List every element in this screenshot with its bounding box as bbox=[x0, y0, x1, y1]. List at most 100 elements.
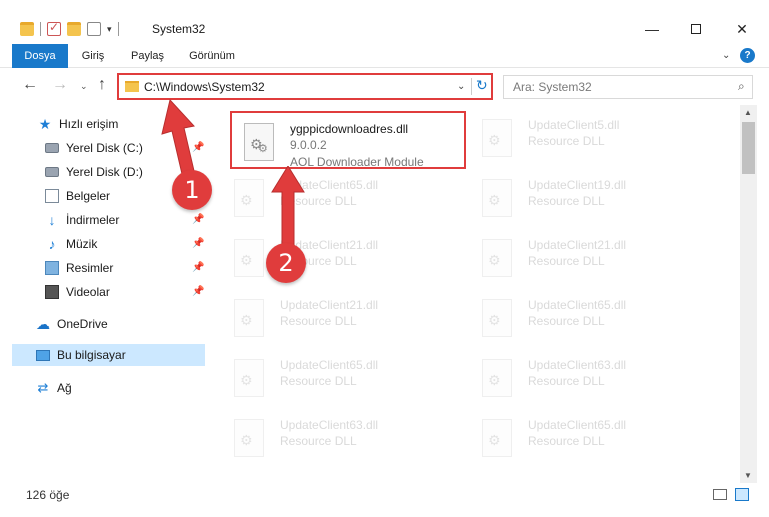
status-bar: 126 öğe bbox=[0, 484, 769, 506]
file-tile[interactable]: ⚙ UpdateClient21.dll Resource DLL bbox=[470, 229, 706, 285]
address-divider bbox=[471, 78, 472, 95]
scrollbar-thumb[interactable] bbox=[742, 122, 755, 174]
tab-view[interactable]: Görünüm bbox=[189, 44, 235, 68]
tiles-view-icon[interactable] bbox=[735, 488, 749, 501]
gear-icon: ⚙ bbox=[488, 192, 501, 208]
close-button[interactable]: ✕ bbox=[719, 14, 765, 44]
file-tile[interactable]: ⚙ UpdateClient63.dll Resource DLL bbox=[222, 409, 458, 465]
network-icon: ⇄ bbox=[37, 380, 49, 395]
scroll-up-icon[interactable]: ▲ bbox=[744, 108, 752, 117]
pin-icon[interactable]: 📌 bbox=[192, 214, 204, 225]
pin-icon[interactable]: 📌 bbox=[192, 286, 204, 297]
scroll-down-icon[interactable]: ▼ bbox=[744, 471, 752, 480]
dll-file-icon: ⚙ bbox=[482, 359, 516, 399]
gear-icon: ⚙ bbox=[488, 432, 501, 448]
address-dropdown-icon[interactable]: ⌄ bbox=[457, 81, 465, 92]
sidebar-item-pictures[interactable]: Resimler 📌 bbox=[45, 257, 205, 279]
sidebar-item-label: Yerel Disk (D:) bbox=[66, 165, 143, 179]
dll-file-icon: ⚙ bbox=[234, 299, 268, 339]
refresh-icon[interactable]: ↻ bbox=[476, 77, 488, 94]
file-name: UpdateClient65.dll bbox=[528, 418, 627, 432]
dll-file-icon: ⚙ bbox=[482, 419, 516, 459]
sidebar-item-videos[interactable]: Videolar 📌 bbox=[45, 281, 205, 303]
file-tile[interactable]: ⚙ UpdateClient21.dll Resource DLL bbox=[222, 289, 458, 345]
file-tile[interactable]: ⚙ UpdateClient65.dll Resource DLL bbox=[470, 409, 706, 465]
file-tile[interactable]: ⚙ UpdateClient21.dll Resource DLL bbox=[222, 229, 458, 285]
maximize-button[interactable] bbox=[673, 14, 719, 44]
sidebar-item-music[interactable]: ♪ Müzik 📌 bbox=[45, 233, 205, 255]
dll-file-icon: ⚙ bbox=[482, 239, 516, 279]
file-description: Resource DLL bbox=[528, 374, 605, 388]
file-tile-target[interactable]: ⚙ ⚙ ygppicdownloadres.dll 9.0.0.2 AOL Do… bbox=[230, 111, 466, 169]
music-icon: ♪ bbox=[48, 236, 56, 252]
ribbon: Dosya Giriş Paylaş Görünüm ⌄ ? bbox=[0, 44, 769, 68]
file-tile[interactable]: ⚙ UpdateClient65.dll Resource DLL bbox=[470, 289, 706, 345]
file-tile[interactable]: ⚙ UpdateClient5.dll Resource DLL bbox=[470, 109, 706, 165]
file-tile[interactable]: ⚙ UpdateClient63.dll Resource DLL bbox=[470, 349, 706, 405]
file-tile[interactable]: ⚙ UpdateClient65.dll Resource DLL bbox=[222, 349, 458, 405]
tab-home[interactable]: Giriş bbox=[80, 44, 106, 68]
pin-icon[interactable]: 📌 bbox=[192, 262, 204, 273]
maximize-icon bbox=[691, 24, 701, 34]
minimize-button[interactable]: — bbox=[629, 14, 675, 44]
address-path[interactable]: C:\Windows\System32 bbox=[144, 80, 265, 94]
gear-icon: ⚙ bbox=[488, 132, 501, 148]
dll-file-icon: ⚙ bbox=[482, 179, 516, 219]
sidebar-item-label: Belgeler bbox=[66, 189, 111, 203]
tab-file[interactable]: Dosya bbox=[12, 44, 68, 68]
file-description: Resource DLL bbox=[528, 134, 605, 148]
search-input[interactable]: Ara: System32 ⌕ bbox=[503, 75, 753, 99]
gear-icon: ⚙ bbox=[240, 312, 253, 328]
sidebar-item-label: Ağ bbox=[57, 381, 72, 395]
sidebar-item-this-pc[interactable]: Bu bilgisayar bbox=[12, 344, 205, 366]
file-tile[interactable]: ⚙ UpdateClient65.dll Resource DLL bbox=[222, 169, 458, 225]
help-icon[interactable]: ? bbox=[740, 48, 755, 63]
details-view-icon[interactable] bbox=[713, 489, 727, 500]
search-icon[interactable]: ⌕ bbox=[738, 79, 745, 94]
toolbar-divider bbox=[40, 22, 41, 36]
file-description: Resource DLL bbox=[528, 434, 605, 448]
title-bar: ▾ System32 — ✕ bbox=[0, 0, 769, 44]
drive-icon bbox=[45, 167, 59, 177]
ribbon-expand-icon[interactable]: ⌄ bbox=[722, 50, 730, 61]
file-name: UpdateClient5.dll bbox=[528, 118, 620, 132]
gear-icon: ⚙ bbox=[488, 252, 501, 268]
sidebar-item-onedrive[interactable]: ☁ OneDrive bbox=[36, 313, 205, 335]
forward-button[interactable]: → bbox=[52, 76, 68, 94]
customize-icon[interactable] bbox=[87, 22, 101, 36]
back-button[interactable]: ← bbox=[22, 76, 38, 94]
file-description: AOL Downloader Module bbox=[290, 155, 424, 169]
file-description: Resource DLL bbox=[528, 254, 605, 268]
file-name: UpdateClient21.dll bbox=[280, 298, 379, 312]
documents-icon bbox=[45, 189, 59, 203]
sidebar-item-network[interactable]: ⇄ Ağ bbox=[36, 377, 205, 399]
tab-share[interactable]: Paylaş bbox=[131, 44, 164, 68]
sidebar-item-label: Bu bilgisayar bbox=[57, 348, 126, 362]
folder-icon[interactable] bbox=[20, 22, 34, 36]
file-description: Resource DLL bbox=[528, 314, 605, 328]
recent-locations-button[interactable]: ⌄ bbox=[80, 81, 88, 92]
step-1-badge: 1 bbox=[172, 170, 212, 210]
sidebar-item-downloads[interactable]: ↓ İndirmeler 📌 bbox=[45, 209, 205, 231]
sidebar-item-label: Yerel Disk (C:) bbox=[66, 141, 143, 155]
file-tile[interactable]: ⚙ UpdateClient19.dll Resource DLL bbox=[470, 169, 706, 225]
quick-access-toolbar: ▾ bbox=[20, 20, 119, 36]
gear-icon: ⚙ bbox=[240, 192, 253, 208]
search-placeholder: Ara: System32 bbox=[513, 80, 592, 94]
gear-icon: ⚙ bbox=[488, 312, 501, 328]
downloads-icon: ↓ bbox=[48, 212, 56, 228]
dll-file-icon: ⚙ bbox=[482, 299, 516, 339]
step-2-badge: 2 bbox=[266, 243, 306, 283]
drive-icon bbox=[45, 143, 59, 153]
properties-check-icon[interactable] bbox=[47, 20, 61, 36]
new-folder-icon[interactable] bbox=[67, 22, 81, 36]
computer-icon bbox=[36, 349, 50, 361]
up-button[interactable]: ↑ bbox=[98, 76, 106, 94]
sidebar-item-label: İndirmeler bbox=[66, 213, 120, 227]
vertical-scrollbar[interactable]: ▲ ▼ bbox=[740, 105, 757, 483]
toolbar-dropdown-icon[interactable]: ▾ bbox=[107, 24, 112, 35]
dll-file-icon: ⚙ bbox=[234, 179, 268, 219]
file-name: UpdateClient63.dll bbox=[528, 358, 627, 372]
pin-icon[interactable]: 📌 bbox=[192, 238, 204, 249]
file-name: ygppicdownloadres.dll bbox=[290, 122, 409, 136]
